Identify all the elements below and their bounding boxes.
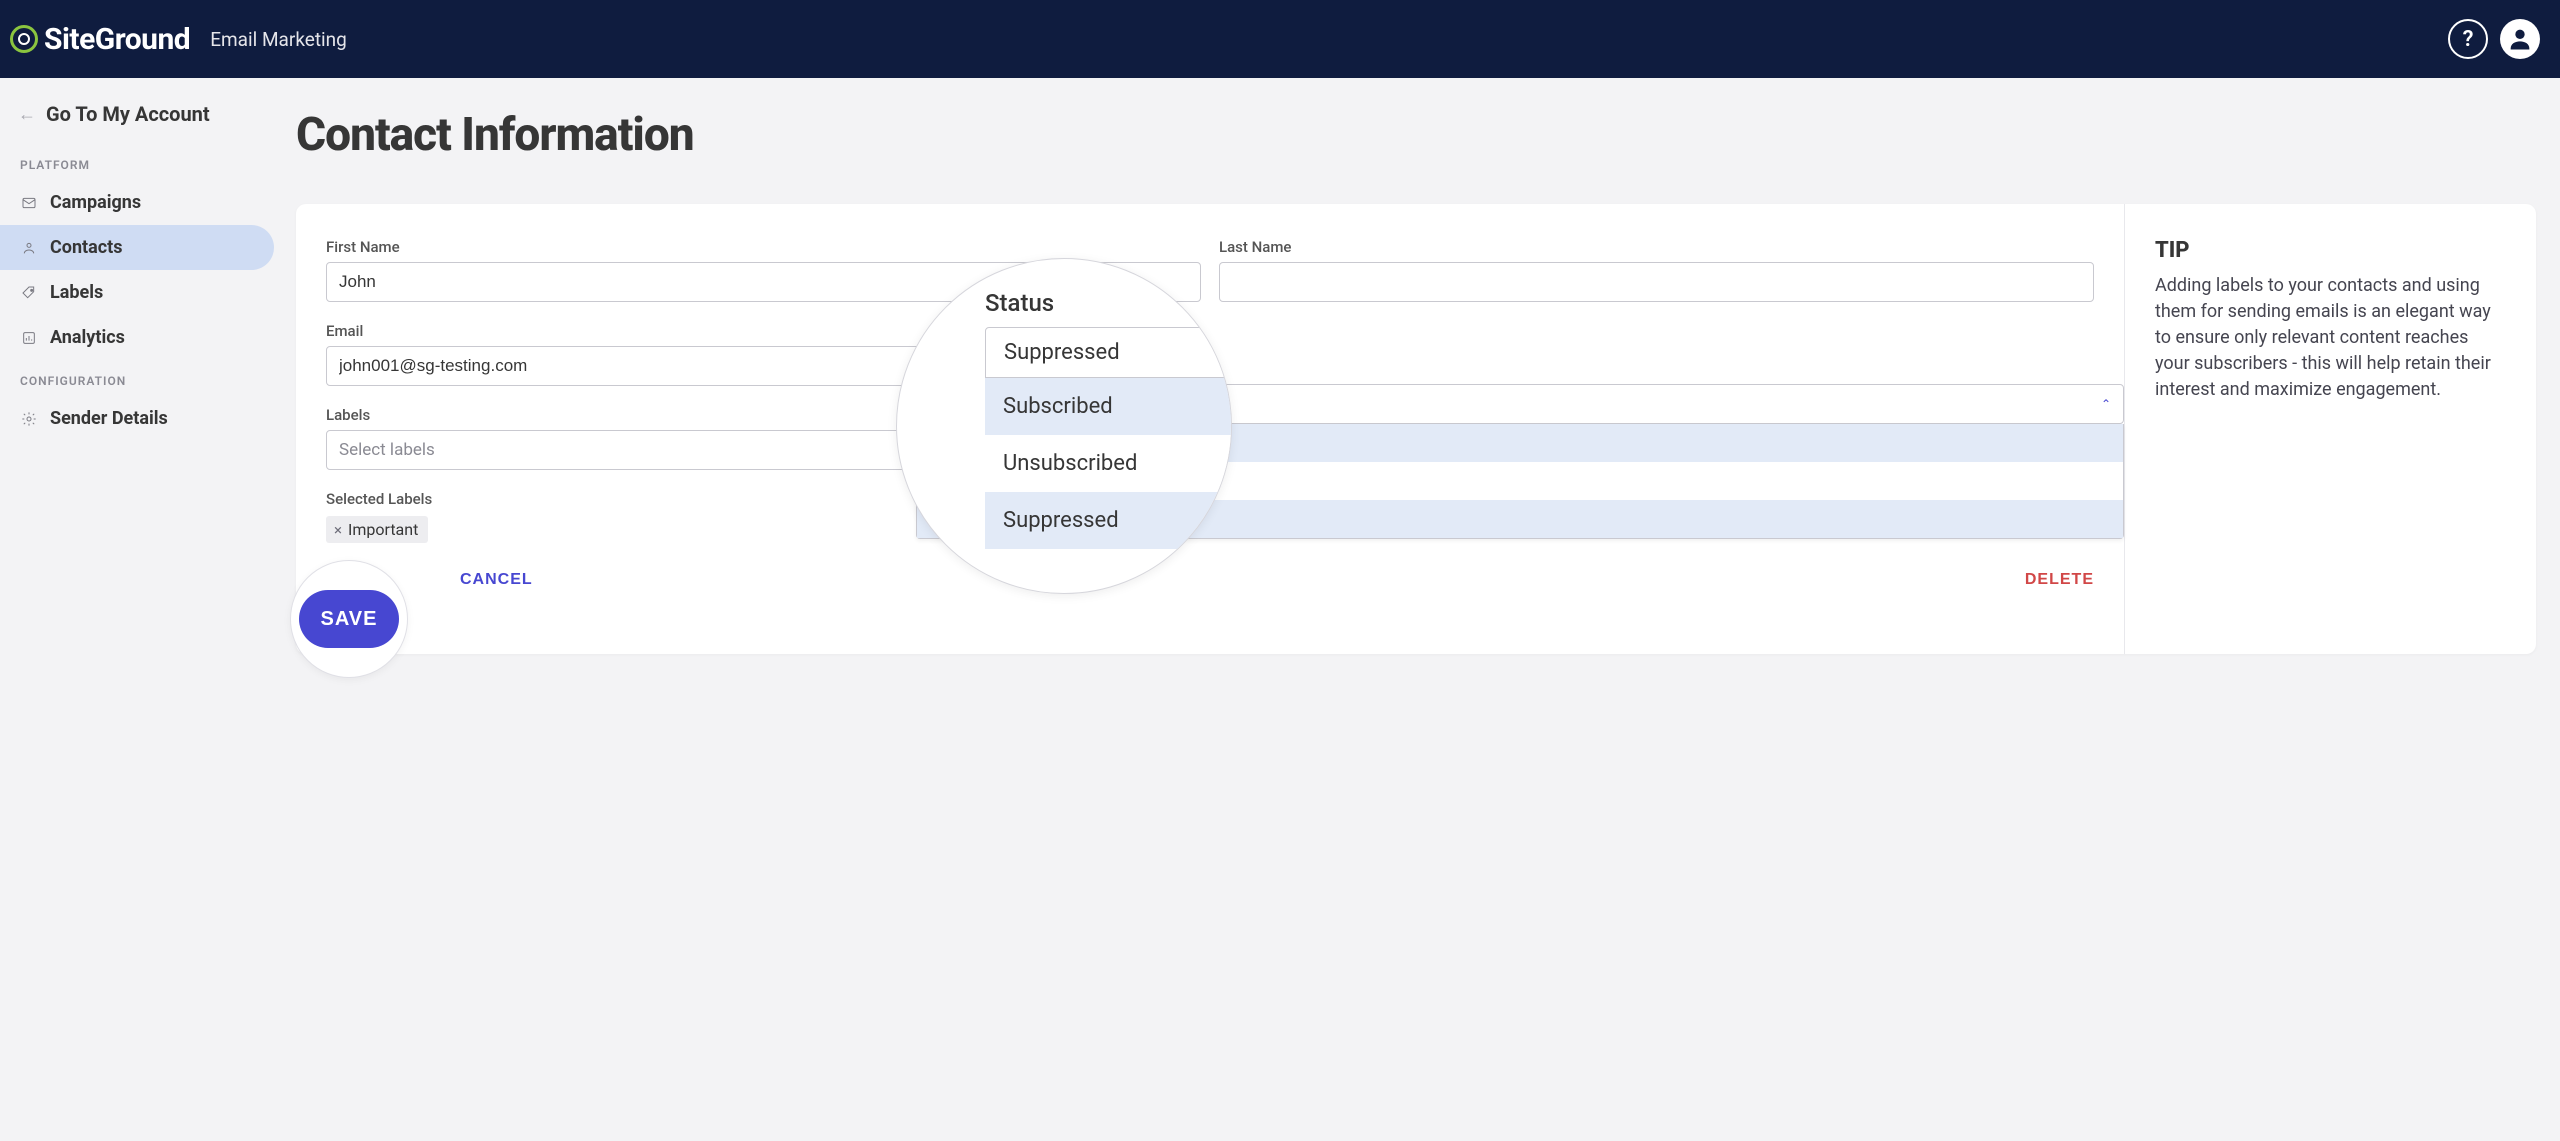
sidebar-item-label: Sender Details xyxy=(50,408,168,429)
envelope-icon xyxy=(20,194,38,212)
brand-name: SiteGround xyxy=(44,22,190,57)
status-option-unsubscribed[interactable]: Unsubscribed xyxy=(985,435,1232,492)
section-platform: PLATFORM xyxy=(0,144,276,180)
app-title: Email Marketing xyxy=(210,28,347,51)
sidebar-item-label: Labels xyxy=(50,282,103,303)
sidebar-item-label: Analytics xyxy=(50,327,125,348)
action-row: CANCEL DELETE xyxy=(326,571,2094,589)
label-chip: × Important xyxy=(326,516,428,543)
status-magnifier: Status Suppressed Subscribed Unsubscribe… xyxy=(896,258,1232,594)
user-avatar-icon[interactable] xyxy=(2500,19,2540,59)
chevron-up-icon: ⌃ xyxy=(2101,397,2111,411)
sidebar-item-labels[interactable]: Labels xyxy=(0,270,274,315)
last-name-input[interactable] xyxy=(1219,262,2094,302)
sidebar-item-label: Contacts xyxy=(50,237,122,258)
logo-group: SiteGround Email Marketing xyxy=(10,22,347,57)
sidebar: ← Go To My Account PLATFORM Campaigns Co… xyxy=(0,78,276,1141)
main-content: Contact Information First Name Last Name xyxy=(276,78,2560,1141)
chip-text: Important xyxy=(348,520,418,539)
content-card: First Name Last Name Email xyxy=(296,204,2536,654)
sidebar-item-sender-details[interactable]: Sender Details xyxy=(0,396,274,441)
save-button-highlight: SAVE xyxy=(290,560,408,678)
help-icon[interactable]: ? xyxy=(2448,19,2488,59)
page-title: Contact Information xyxy=(296,108,2536,162)
chart-icon xyxy=(20,329,38,347)
first-name-label: First Name xyxy=(326,238,1201,256)
header-actions: ? xyxy=(2448,19,2540,59)
tip-column: TIP Adding labels to your contacts and u… xyxy=(2124,204,2536,654)
tip-body: Adding labels to your contacts and using… xyxy=(2155,273,2506,403)
tag-icon xyxy=(20,284,38,302)
sidebar-item-analytics[interactable]: Analytics xyxy=(0,315,274,360)
app-header: SiteGround Email Marketing ? xyxy=(0,0,2560,78)
arrow-left-icon: ← xyxy=(18,104,36,125)
brand-logo[interactable]: SiteGround xyxy=(10,22,190,57)
logo-swirl-icon xyxy=(10,25,38,53)
delete-button[interactable]: DELETE xyxy=(2025,571,2094,589)
labels-placeholder: Select labels xyxy=(339,440,435,460)
status-option-subscribed[interactable]: Subscribed xyxy=(985,378,1232,435)
save-button[interactable]: SAVE xyxy=(299,590,400,648)
sidebar-item-campaigns[interactable]: Campaigns xyxy=(0,180,274,225)
back-link[interactable]: ← Go To My Account xyxy=(0,98,276,144)
sidebar-item-label: Campaigns xyxy=(50,192,141,213)
cancel-button[interactable]: CANCEL xyxy=(460,571,533,589)
gear-icon xyxy=(20,410,38,428)
last-name-label: Last Name xyxy=(1219,238,2094,256)
status-selected[interactable]: Suppressed xyxy=(985,327,1232,378)
form-column: First Name Last Name Email xyxy=(296,204,2124,654)
back-link-label: Go To My Account xyxy=(46,102,210,126)
section-configuration: CONFIGURATION xyxy=(0,360,276,396)
tip-title: TIP xyxy=(2155,238,2506,263)
remove-chip-icon[interactable]: × xyxy=(334,521,342,539)
person-icon xyxy=(20,239,38,257)
sidebar-item-contacts[interactable]: Contacts xyxy=(0,225,274,270)
